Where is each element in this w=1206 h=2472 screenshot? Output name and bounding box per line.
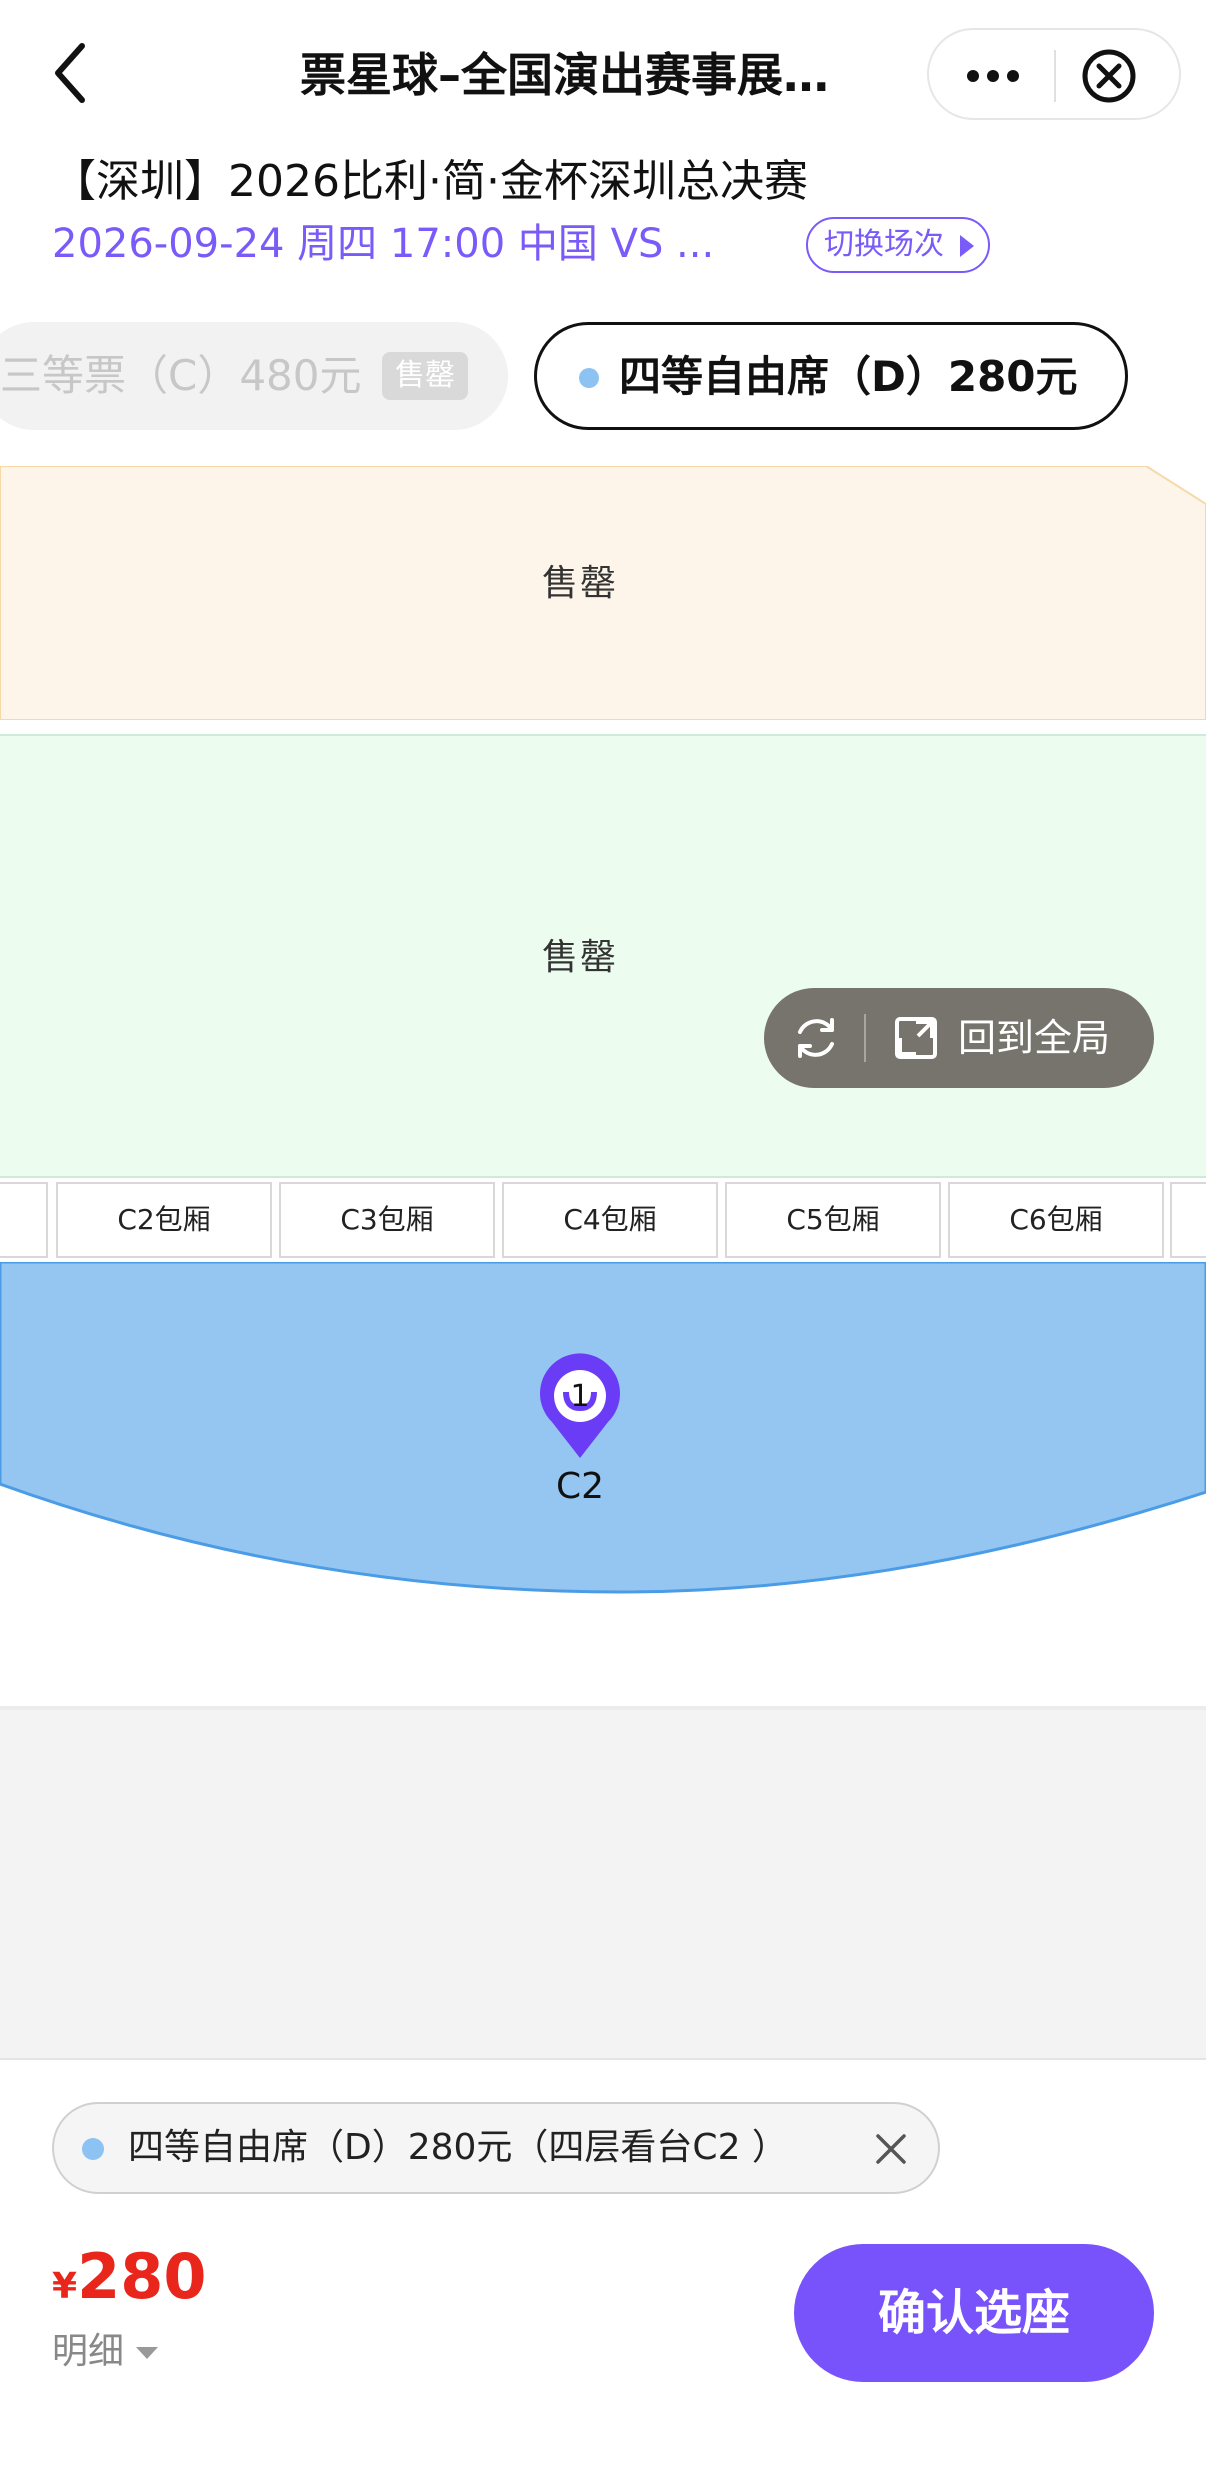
reset-view-button[interactable]: 回到全局 xyxy=(958,988,1110,1088)
page-title: 票星球–全国演出赛事展… xyxy=(300,48,829,102)
selected-seat-chip: 四等自由席（D）280元（四层看台C2 ） xyxy=(52,2102,940,2194)
pill-divider xyxy=(864,1014,866,1062)
switch-session-button[interactable]: 切换场次 xyxy=(806,217,990,273)
box-seat-c3[interactable]: C3包厢 xyxy=(279,1182,495,1258)
fullscreen-icon[interactable] xyxy=(894,1016,938,1060)
currency-symbol: ¥ xyxy=(52,2266,78,2307)
event-session-info: 2026-09-24 周四 17:00 中国 VS ... xyxy=(52,221,715,267)
price-tab-d[interactable]: 四等自由席（D）280元 xyxy=(534,322,1128,430)
box-seat-c2[interactable]: C2包厢 xyxy=(56,1182,272,1258)
soldout-badge: 售罄 xyxy=(382,352,468,400)
total-price: ¥280 xyxy=(52,2240,206,2313)
refresh-icon[interactable] xyxy=(790,1012,842,1064)
play-triangle-icon xyxy=(960,235,974,257)
box-seat-partial xyxy=(1170,1182,1206,1258)
capsule-divider xyxy=(1054,50,1056,102)
top-nav-bar: 票星球–全国演出赛事展… xyxy=(0,0,1206,150)
box-seat-c6[interactable]: C6包厢 xyxy=(948,1182,1164,1258)
more-dots-icon[interactable] xyxy=(963,58,1023,94)
price-tab-label: 四等自由席（D）280元 xyxy=(619,352,1078,401)
caret-down-icon xyxy=(136,2347,159,2359)
pin-count: 1 xyxy=(570,1379,589,1414)
detail-label: 明细 xyxy=(52,2331,125,2372)
price-tab-label: 三等票（C）480元 xyxy=(0,351,362,400)
box-seat-c5[interactable]: C5包厢 xyxy=(725,1182,941,1258)
pin-zone-label: C2 xyxy=(555,1466,605,1507)
box-seat-c4[interactable]: C4包厢 xyxy=(502,1182,718,1258)
close-circle-icon[interactable] xyxy=(1081,48,1137,104)
location-pin-icon[interactable]: 1 xyxy=(530,1346,630,1466)
price-amount: 280 xyxy=(77,2240,207,2313)
price-color-dot xyxy=(579,368,599,388)
close-icon[interactable] xyxy=(874,2132,908,2166)
bottom-panel: 四等自由席（D）280元（四层看台C2 ） ¥280 明细 确认选座 xyxy=(0,2058,1206,2472)
zone-middle-soldout-label: 售罄 xyxy=(541,937,618,978)
switch-session-label: 切换场次 xyxy=(824,227,944,262)
mini-program-capsule xyxy=(927,28,1181,120)
event-title: 【深圳】2026比利·简·金杯深圳总决赛 xyxy=(52,156,808,207)
selected-seat-label: 四等自由席（D）280元（四层看台C2 ） xyxy=(128,2127,788,2168)
zone-upper-soldout-label: 售罄 xyxy=(541,563,618,604)
seat-map[interactable]: 售罄 售罄 C2包厢 C3包厢 C4包厢 C5包厢 C6包厢 1 C2 回到全局 xyxy=(0,466,1206,1706)
confirm-seat-button[interactable]: 确认选座 xyxy=(794,2244,1154,2382)
box-seats-row: C2包厢 C3包厢 C4包厢 C5包厢 C6包厢 xyxy=(0,1180,1206,1262)
box-seat-partial xyxy=(0,1182,48,1258)
blank-area xyxy=(0,1706,1206,2058)
chevron-left-icon[interactable] xyxy=(52,38,92,108)
price-color-dot xyxy=(82,2138,104,2160)
price-detail-toggle[interactable]: 明细 xyxy=(52,2322,159,2374)
reset-view-pill: 回到全局 xyxy=(764,988,1154,1088)
price-tab-c[interactable]: 三等票（C）480元 售罄 xyxy=(0,322,508,430)
